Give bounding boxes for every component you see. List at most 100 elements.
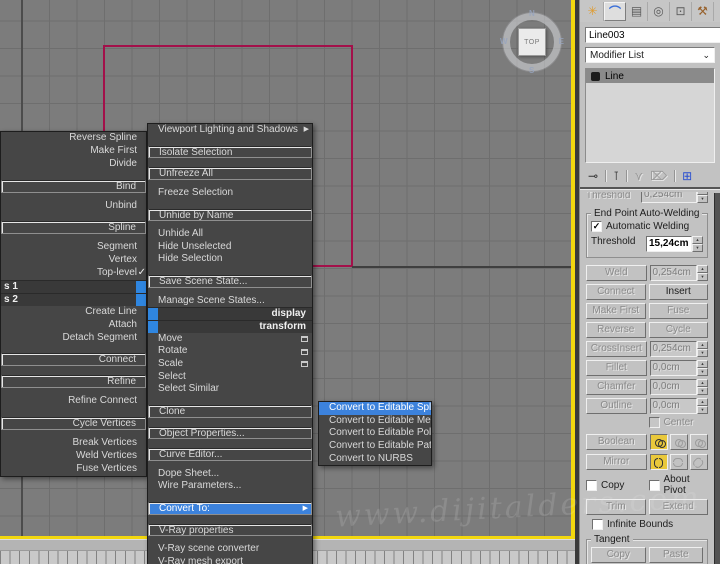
configure-modifier-sets-icon[interactable]: ⊞ bbox=[682, 169, 692, 183]
menu-item-hide-unselected[interactable]: Hide Unselected bbox=[148, 241, 312, 254]
viewcube-face-label[interactable]: TOP bbox=[518, 28, 546, 56]
pin-stack-icon[interactable]: ⊸ bbox=[588, 169, 598, 183]
modify-tab-icon[interactable]: ⌒ bbox=[604, 1, 626, 21]
menu-item-convert-editable-mesh[interactable]: Convert to Editable Mesh bbox=[319, 415, 431, 428]
mirror-horizontal-icon[interactable] bbox=[649, 454, 668, 470]
modifier-visibility-icon[interactable] bbox=[591, 71, 600, 81]
menu-item-scale[interactable]: Scale bbox=[148, 358, 312, 371]
menu-item-connect[interactable]: Connect bbox=[1, 353, 146, 367]
menu-item-detach-segment[interactable]: Detach Segment bbox=[1, 332, 146, 345]
quad-indicator-square bbox=[136, 281, 146, 293]
mirror-vertical-icon bbox=[669, 454, 688, 470]
menu-item-viewport-lighting[interactable]: Viewport Lighting and Shadows ▶ bbox=[148, 124, 312, 137]
menu-item-hide-selection[interactable]: Hide Selection bbox=[148, 253, 312, 266]
menu-item-dope-sheet[interactable]: Dope Sheet... bbox=[148, 468, 312, 481]
menu-item-vray-scene-converter[interactable]: V-Ray scene converter bbox=[148, 543, 312, 556]
infinite-bounds-checkbox[interactable] bbox=[592, 519, 603, 530]
menu-item-convert-to[interactable]: Convert To: ▶ bbox=[148, 502, 312, 515]
make-first-button: Make First bbox=[586, 303, 646, 319]
quad-title-tools-2: s 2 bbox=[1, 292, 146, 306]
menu-item-refine-connect[interactable]: Refine Connect bbox=[1, 395, 146, 408]
menu-item-freeze-selection[interactable]: Freeze Selection bbox=[148, 187, 312, 200]
menu-item-attach[interactable]: Attach bbox=[1, 319, 146, 332]
menu-item-fuse-vertices[interactable]: Fuse Vertices bbox=[1, 463, 146, 476]
menu-item-make-first[interactable]: Make First bbox=[1, 145, 146, 158]
menu-item-break-vertices[interactable]: Break Vertices bbox=[1, 437, 146, 450]
menu-item-convert-editable-poly[interactable]: Convert to Editable Poly bbox=[319, 427, 431, 440]
menu-item-vray-mesh-export[interactable]: V-Ray mesh export bbox=[148, 556, 312, 564]
panel-scrollbar[interactable] bbox=[714, 193, 720, 564]
menu-item-bind[interactable]: Bind bbox=[1, 179, 146, 193]
copy-checkbox[interactable] bbox=[586, 479, 597, 491]
menu-item-move[interactable]: Move bbox=[148, 333, 312, 346]
clipped-threshold-row: Threshold 0,254cm ▲▼ bbox=[586, 192, 708, 204]
automatic-welding-checkbox[interactable]: ✓ bbox=[591, 221, 602, 232]
menu-item-divide[interactable]: Divide bbox=[1, 158, 146, 171]
modifier-stack-item-line[interactable]: Line bbox=[586, 69, 714, 83]
geometry-rollout: Threshold 0,254cm ▲▼ End Point Auto-Weld… bbox=[580, 190, 720, 564]
settings-box-icon[interactable] bbox=[301, 336, 308, 343]
boolean-union-icon[interactable] bbox=[649, 434, 668, 450]
menu-item-select-similar[interactable]: Select Similar bbox=[148, 383, 312, 396]
menu-item-refine[interactable]: Refine bbox=[1, 375, 146, 389]
menu-item-vertex[interactable]: Vertex bbox=[1, 254, 146, 267]
menu-item-vray-properties[interactable]: V-Ray properties bbox=[148, 523, 312, 537]
menu-item-top-level[interactable]: Top-level ✓ bbox=[1, 267, 146, 280]
menu-item-convert-editable-spline[interactable]: Convert to Editable Spline bbox=[319, 402, 431, 415]
submenu-arrow-icon: ▶ bbox=[302, 505, 308, 513]
menu-item-unhide-all[interactable]: Unhide All bbox=[148, 228, 312, 241]
group-title: Tangent bbox=[591, 534, 633, 545]
quad-title-tools-1: s 1 bbox=[1, 280, 146, 293]
center-label: Center bbox=[663, 417, 694, 428]
settings-box-icon[interactable] bbox=[301, 361, 308, 368]
spinner-down-icon[interactable]: ▼ bbox=[692, 244, 703, 252]
submenu-arrow-icon: ▶ bbox=[303, 126, 309, 133]
boolean-intersection-icon bbox=[689, 434, 708, 450]
spinner-up-icon[interactable]: ▲ bbox=[692, 236, 703, 244]
menu-item-reverse-spline[interactable]: Reverse Spline bbox=[1, 132, 146, 145]
chamfer-button: Chamfer bbox=[586, 379, 647, 395]
object-name-input[interactable] bbox=[585, 27, 720, 43]
utilities-tab-icon[interactable]: ⚒ bbox=[692, 1, 714, 21]
menu-item-rotate[interactable]: Rotate bbox=[148, 345, 312, 358]
menu-item-isolate-selection[interactable]: Isolate Selection bbox=[148, 145, 312, 159]
menu-item-object-properties[interactable]: Object Properties... bbox=[148, 426, 312, 440]
chevron-down-icon: ⌄ bbox=[702, 49, 710, 60]
menu-item-manage-scene-states[interactable]: Manage Scene States... bbox=[148, 295, 312, 308]
menu-item-save-scene-state[interactable]: Save Scene State... bbox=[148, 275, 312, 288]
spinner-down-icon: ▼ bbox=[697, 273, 708, 281]
menu-item-convert-nurbs[interactable]: Convert to NURBS bbox=[319, 453, 431, 466]
command-panel-tabs: ✳ ⌒ ▤ ◎ ⊡ ⚒ bbox=[580, 0, 720, 22]
compass-south: S bbox=[529, 66, 535, 75]
modifier-list-dropdown[interactable]: Modifier List ⌄ bbox=[585, 47, 715, 63]
quad-indicator-square bbox=[136, 293, 146, 306]
menu-item-segment[interactable]: Segment bbox=[1, 241, 146, 254]
display-tab-icon[interactable]: ⊡ bbox=[670, 1, 692, 21]
menu-item-wire-parameters[interactable]: Wire Parameters... bbox=[148, 480, 312, 493]
menu-item-create-line[interactable]: Create Line bbox=[1, 306, 146, 319]
menu-item-weld-vertices[interactable]: Weld Vertices bbox=[1, 450, 146, 463]
application-window: TOP N S W E www.dijitalders.com Reverse … bbox=[0, 0, 720, 564]
menu-item-curve-editor[interactable]: Curve Editor... bbox=[148, 448, 312, 461]
hierarchy-tab-icon[interactable]: ▤ bbox=[626, 1, 648, 21]
cross-insert-spinner: 0,254cm ▲ ▼ bbox=[649, 341, 708, 357]
trim-button: Trim bbox=[586, 499, 646, 515]
menu-item-unhide-by-name[interactable]: Unhide by Name bbox=[148, 208, 312, 222]
modifier-stack[interactable]: Line bbox=[585, 68, 715, 163]
create-tab-icon[interactable]: ✳ bbox=[582, 1, 604, 21]
settings-box-icon[interactable] bbox=[301, 348, 308, 355]
show-end-result-icon[interactable]: ⊺ bbox=[613, 169, 619, 183]
viewcube-compass[interactable]: TOP N S W E bbox=[500, 9, 564, 75]
insert-button[interactable]: Insert bbox=[648, 284, 708, 300]
automatic-welding-label: Automatic Welding bbox=[606, 221, 690, 232]
menu-item-spline[interactable]: Spline bbox=[1, 221, 146, 235]
threshold-spinner[interactable]: 15,24cm ▲ ▼ bbox=[646, 236, 703, 252]
menu-item-unfreeze-all[interactable]: Unfreeze All bbox=[148, 167, 312, 180]
motion-tab-icon[interactable]: ◎ bbox=[648, 1, 670, 21]
menu-item-unbind[interactable]: Unbind bbox=[1, 200, 146, 213]
menu-item-cycle-vertices[interactable]: Cycle Vertices bbox=[1, 417, 146, 431]
menu-item-convert-editable-patch[interactable]: Convert to Editable Patch bbox=[319, 440, 431, 453]
about-pivot-checkbox[interactable] bbox=[648, 479, 660, 491]
menu-item-select[interactable]: Select bbox=[148, 371, 312, 384]
menu-item-clone[interactable]: Clone bbox=[148, 404, 312, 418]
